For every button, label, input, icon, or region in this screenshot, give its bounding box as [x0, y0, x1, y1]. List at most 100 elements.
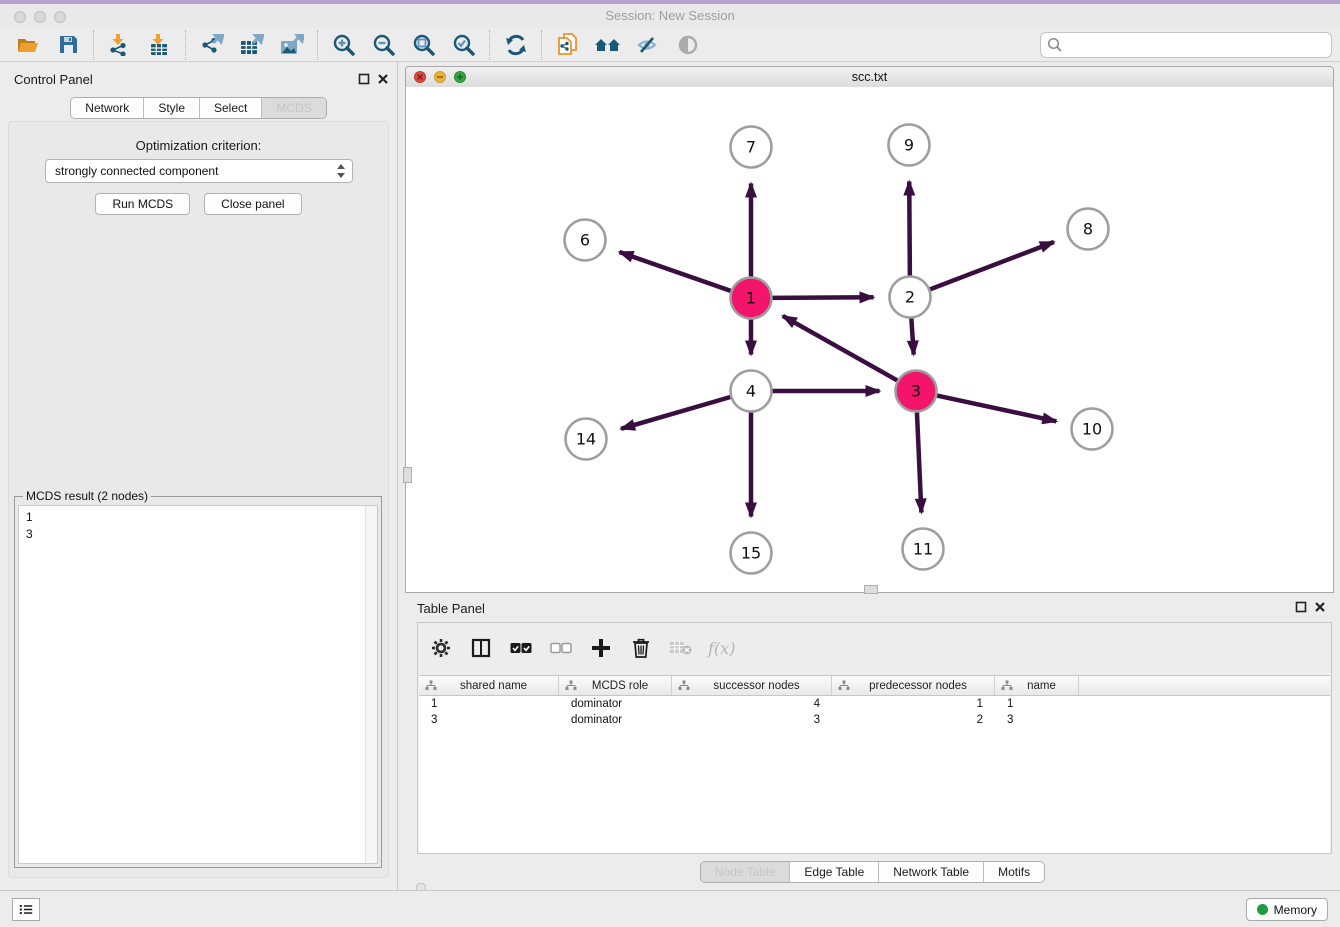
optimization-criterion-select[interactable]: strongly connected component: [45, 159, 353, 183]
zoom-selected-button[interactable]: [444, 29, 484, 61]
status-bar: Memory: [0, 890, 1340, 927]
network-window-title: scc.txt: [406, 70, 1333, 84]
table-tab-motifs[interactable]: Motifs: [984, 862, 1044, 882]
table-tab-edge-table[interactable]: Edge Table: [790, 862, 879, 882]
cell-MCDS-role[interactable]: dominator: [559, 696, 672, 712]
control-panel-tabbar: NetworkStyleSelectMCDS: [0, 97, 397, 119]
select-all-checks-button[interactable]: [508, 635, 534, 661]
memory-button[interactable]: Memory: [1246, 898, 1328, 921]
splitter-handle-horizontal[interactable]: [864, 585, 878, 594]
import-table-button[interactable]: [140, 29, 180, 61]
first-neighbors-button[interactable]: [588, 29, 628, 61]
mcds-result-area[interactable]: 1 3: [18, 505, 378, 864]
apply-preferred-layout-button[interactable]: [496, 29, 536, 61]
float-panel-icon[interactable]: [358, 73, 370, 85]
graph-edge-1-6[interactable]: [619, 252, 730, 291]
column-header-name[interactable]: name: [995, 676, 1079, 695]
graph-edge-1-2[interactable]: [772, 297, 873, 298]
graph-node-label: 9: [904, 136, 914, 155]
close-panel-icon[interactable]: [1314, 601, 1326, 613]
hide-selected-button[interactable]: [628, 29, 668, 61]
graph-node-15[interactable]: 15: [731, 533, 772, 574]
graph-node-2[interactable]: 2: [890, 277, 931, 318]
table-tab-node-table[interactable]: Node Table: [701, 862, 791, 882]
cell-successor-nodes[interactable]: 3: [672, 712, 832, 728]
gear-icon: [431, 638, 451, 658]
cell-name[interactable]: 3: [995, 712, 1079, 728]
cell-predecessor-nodes[interactable]: 2: [832, 712, 995, 728]
close-panel-button[interactable]: Close panel: [204, 193, 301, 215]
cell-MCDS-role[interactable]: dominator: [559, 712, 672, 728]
graph-node-7[interactable]: 7: [731, 127, 772, 168]
search-input[interactable]: [1068, 37, 1325, 53]
window-titlebar: Session: New Session: [0, 4, 1340, 29]
network-canvas[interactable]: 7 9 6 8 1 2 4 3 14 10 15 11: [406, 87, 1333, 592]
list-icon: [19, 903, 33, 916]
graph-edge-2-8[interactable]: [930, 242, 1054, 289]
task-history-button[interactable]: [12, 898, 40, 921]
graph-node-10[interactable]: 10: [1072, 409, 1113, 450]
delete-table-button[interactable]: [668, 635, 694, 661]
column-header-MCDS-role[interactable]: MCDS role: [559, 676, 672, 695]
graph-node-6[interactable]: 6: [565, 220, 606, 261]
show-all-button[interactable]: [668, 29, 708, 61]
graph-edge-3-10[interactable]: [937, 396, 1056, 422]
search-icon: [1047, 37, 1063, 53]
zoom-in-button[interactable]: [324, 29, 364, 61]
import-table-icon: [149, 34, 171, 56]
result-scrollbar[interactable]: [365, 506, 377, 863]
graph-edge-3-1[interactable]: [783, 316, 897, 381]
graph-node-11[interactable]: 11: [903, 529, 944, 570]
toolbar-separator: [541, 30, 543, 60]
column-layout-button[interactable]: [468, 635, 494, 661]
show-eye-icon: [678, 35, 698, 55]
zoom-out-button[interactable]: [364, 29, 404, 61]
memory-label: Memory: [1274, 903, 1317, 917]
add-column-button[interactable]: [588, 635, 614, 661]
table-row[interactable]: 1dominator411: [419, 696, 1330, 712]
tab-select[interactable]: Select: [200, 98, 262, 118]
graph-node-3[interactable]: 3: [896, 371, 937, 412]
graph-node-4[interactable]: 4: [731, 371, 772, 412]
graph-node-9[interactable]: 9: [889, 125, 930, 166]
splitter-handle-vertical[interactable]: [403, 467, 412, 483]
import-network-button[interactable]: [100, 29, 140, 61]
table-settings-button[interactable]: [428, 635, 454, 661]
column-header-successor-nodes[interactable]: successor nodes: [672, 676, 832, 695]
tab-mcds[interactable]: MCDS: [262, 98, 325, 118]
cell-shared-name[interactable]: 3: [419, 712, 559, 728]
column-header-shared-name[interactable]: shared name: [419, 676, 559, 695]
graph-edge-2-3[interactable]: [911, 318, 913, 354]
fit-content-button[interactable]: [404, 29, 444, 61]
save-session-button[interactable]: [48, 29, 88, 61]
graph-edge-3-11[interactable]: [917, 412, 921, 512]
table-tab-network-table[interactable]: Network Table: [879, 862, 984, 882]
open-file-button[interactable]: [8, 29, 48, 61]
export-table-button[interactable]: [232, 29, 272, 61]
memory-status-icon: [1257, 904, 1268, 915]
delete-column-button[interactable]: [628, 635, 654, 661]
export-image-button[interactable]: [272, 29, 312, 61]
duplicate-network-button[interactable]: [548, 29, 588, 61]
graph-node-8[interactable]: 8: [1068, 209, 1109, 250]
graph-edge-4-14[interactable]: [621, 397, 730, 429]
graph-node-14[interactable]: 14: [566, 419, 607, 460]
cell-shared-name[interactable]: 1: [419, 696, 559, 712]
function-builder-button[interactable]: f(x): [708, 639, 735, 658]
tab-style[interactable]: Style: [144, 98, 200, 118]
float-panel-icon[interactable]: [1295, 601, 1307, 613]
graph-node-label: 1: [746, 289, 756, 308]
run-mcds-button[interactable]: Run MCDS: [95, 193, 190, 215]
table-row[interactable]: 3dominator323: [419, 712, 1330, 728]
column-header-predecessor-nodes[interactable]: predecessor nodes: [832, 676, 995, 695]
deselect-all-checks-button[interactable]: [548, 635, 574, 661]
cell-predecessor-nodes[interactable]: 1: [832, 696, 995, 712]
graph-node-1[interactable]: 1: [731, 278, 772, 319]
close-panel-icon[interactable]: [377, 73, 389, 85]
graph-edge-2-9[interactable]: [909, 181, 910, 275]
cell-name[interactable]: 1: [995, 696, 1079, 712]
cell-successor-nodes[interactable]: 4: [672, 696, 832, 712]
node-table: shared nameMCDS rolesuccessor nodesprede…: [419, 675, 1330, 853]
tab-network[interactable]: Network: [71, 98, 144, 118]
export-network-button[interactable]: [192, 29, 232, 61]
